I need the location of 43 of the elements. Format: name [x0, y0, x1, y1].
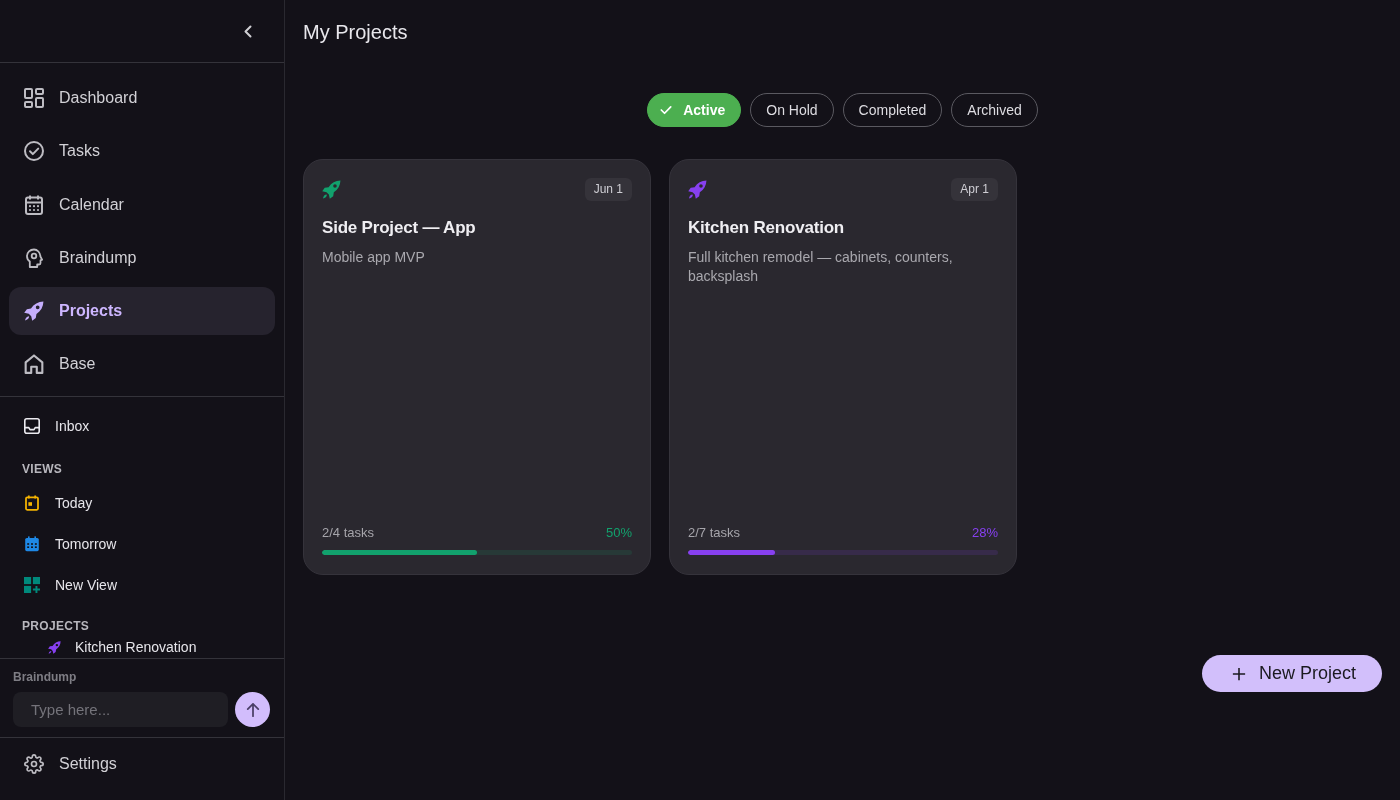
- nav-item[interactable]: Tasks: [9, 127, 275, 176]
- inbox-icon: [24, 418, 40, 435]
- plus-icon: [1231, 666, 1246, 681]
- house-icon: [24, 354, 44, 375]
- project-title: Side Project — App: [322, 217, 477, 239]
- section-label: Braindump: [13, 669, 78, 685]
- project-title: Kitchen Renovation: [688, 217, 846, 239]
- page-title: My Projects: [303, 20, 408, 44]
- head-icon: [24, 247, 44, 268]
- project-description: Mobile app MVP: [322, 248, 426, 267]
- calendar-icon: [24, 194, 44, 215]
- nav-item[interactable]: Dashboard: [9, 74, 275, 122]
- settings-icon: [24, 754, 44, 774]
- arrow-up-icon: [245, 702, 260, 717]
- project-link[interactable]: Kitchen Renovation: [14, 638, 270, 657]
- view-item[interactable]: Tomorrow: [14, 526, 270, 563]
- tiles-icon: [24, 88, 44, 108]
- date-badge: Jun 1: [584, 178, 632, 201]
- progress-percent: 28%: [971, 524, 998, 542]
- check-icon: [660, 105, 673, 115]
- section-heading: PROJECTS: [21, 618, 91, 636]
- project-card[interactable]: Jun 1 Side Project — App Mobile app MVP 2/4 tasks 50%: [303, 159, 651, 575]
- nav-item[interactable]: Settings: [9, 740, 275, 788]
- nav-item[interactable]: Projects: [9, 287, 275, 336]
- project-card[interactable]: Apr 1 Kitchen Renovation Full kitchen remodel — cabinets, counters, backsplash 2/7 tasks 28%: [669, 159, 1017, 575]
- new-project-button[interactable]: New Project: [1201, 655, 1382, 692]
- chevron-left-icon: [244, 24, 252, 38]
- nav-item[interactable]: Inbox: [14, 408, 270, 445]
- check-circle-icon: [24, 141, 44, 162]
- nav-item[interactable]: Base: [9, 340, 275, 389]
- progress-percent: 50%: [605, 524, 632, 542]
- view-item[interactable]: Today: [14, 485, 270, 522]
- task-count: 2/7 tasks: [688, 524, 741, 542]
- view-item[interactable]: New View: [14, 567, 270, 604]
- rocket-icon: [24, 301, 44, 322]
- task-count: 2/4 tasks: [322, 524, 375, 542]
- text-input[interactable]: Type here...: [13, 692, 228, 727]
- nav-item[interactable]: Braindump: [9, 233, 275, 282]
- section-heading: VIEWS: [21, 461, 64, 479]
- nav-item[interactable]: Calendar: [9, 180, 275, 229]
- project-description: Full kitchen remodel — cabinets, counters, backsplash: [688, 248, 954, 286]
- date-badge: Apr 1: [951, 178, 998, 201]
- send-button[interactable]: [235, 692, 270, 727]
